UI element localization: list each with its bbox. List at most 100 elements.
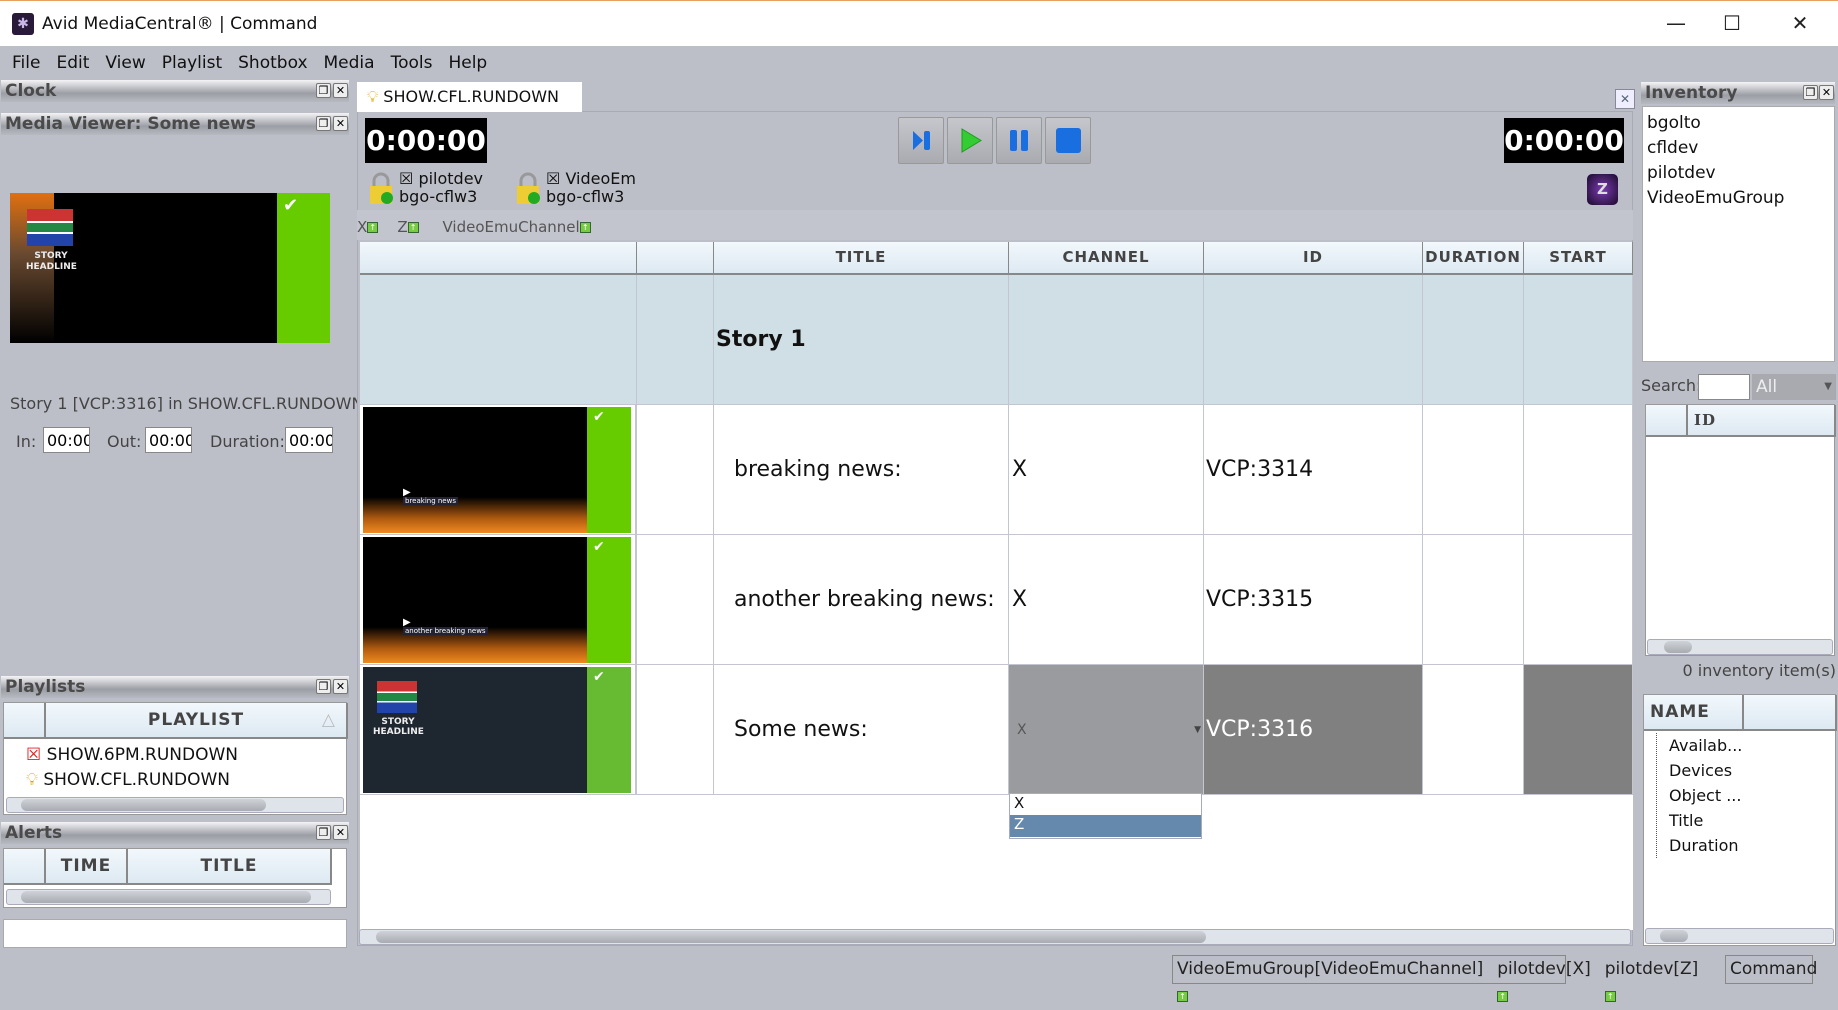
value-column-header[interactable] <box>1744 695 1837 731</box>
inventory-item[interactable]: VideoEmuGroup <box>1647 186 1830 211</box>
close-tab-button[interactable]: ✕ <box>1615 89 1635 109</box>
media-preview[interactable]: STORY HEADLINE <box>10 193 277 343</box>
story-row[interactable]: Story 1 <box>360 275 1633 405</box>
float-icon[interactable]: ❐ <box>1803 85 1818 100</box>
playlist-column-header[interactable]: PLAYLIST △ <box>46 703 348 739</box>
id-column-header[interactable]: ID <box>1688 405 1836 437</box>
inventory-title: Inventory <box>1645 83 1738 103</box>
inventory-hscrollbar[interactable] <box>1647 639 1833 655</box>
pause-button[interactable] <box>996 117 1042 164</box>
filter-select[interactable]: All ▼ <box>1752 374 1836 400</box>
media-info: Story 1 [VCP:3316] in SHOW.CFL.RUNDOWN <box>10 394 364 413</box>
playlists-title: Playlists <box>5 677 86 697</box>
device-videoemu[interactable]: ☒ VideoEm bgo-cflw3 <box>546 170 636 206</box>
duration-cell[interactable] <box>1423 405 1524 535</box>
tree-item[interactable]: Duration <box>1669 833 1742 858</box>
minimize-button[interactable]: — <box>1646 1 1706 47</box>
dropdown-option-x[interactable]: X <box>1010 794 1201 815</box>
start-cell[interactable] <box>1524 405 1633 535</box>
start-cell[interactable] <box>1524 535 1633 665</box>
channel-x[interactable]: X ↑ <box>357 218 379 236</box>
float-icon[interactable]: ❐ <box>316 679 331 694</box>
out-field[interactable] <box>145 427 192 453</box>
menu-shotbox[interactable]: Shotbox <box>230 53 315 73</box>
channel-z[interactable]: Z ↑ <box>397 218 419 236</box>
device-name: VideoEm <box>565 169 636 188</box>
thumb-cell <box>360 405 637 535</box>
menu-tools[interactable]: Tools <box>383 53 441 73</box>
duration-cell[interactable] <box>1423 665 1524 795</box>
in-field[interactable] <box>43 427 90 453</box>
close-panel-icon[interactable]: ✕ <box>1819 85 1834 100</box>
properties-hscrollbar[interactable] <box>1645 928 1834 944</box>
menu-media[interactable]: Media <box>316 53 383 73</box>
alerts-detail-box[interactable] <box>3 919 347 948</box>
alerts-hscrollbar[interactable] <box>6 889 331 905</box>
inventory-item[interactable]: bgolto <box>1647 111 1830 136</box>
id-cell[interactable]: VCP:3316 <box>1204 665 1423 795</box>
table-row[interactable]: another breaking news ▶ ✔ another breaking … <box>360 535 1633 665</box>
column-header[interactable] <box>637 242 714 275</box>
table-row[interactable]: breaking news ▶ ✔ breaking news: X VCP:3314 <box>360 405 1633 535</box>
playlist-item[interactable]: ☒ SHOW.6PM.RUNDOWN <box>26 743 238 768</box>
close-panel-icon[interactable]: ✕ <box>333 116 348 131</box>
close-panel-icon[interactable]: ✕ <box>333 679 348 694</box>
inventory-item[interactable]: cfldev <box>1647 136 1830 161</box>
tree-item[interactable]: Title <box>1669 808 1742 833</box>
title-cell[interactable]: breaking news: <box>714 405 1009 535</box>
play-button[interactable] <box>947 117 993 164</box>
stop-icon <box>1056 128 1081 153</box>
device-pilotdev[interactable]: ☒ pilotdev bgo-cflw3 <box>399 170 483 206</box>
float-icon[interactable]: ❐ <box>316 83 331 98</box>
tab-show-cfl-rundown[interactable]: 💡︎ SHOW.CFL.RUNDOWN <box>357 82 582 112</box>
menu-edit[interactable]: Edit <box>48 53 97 73</box>
tree-item[interactable]: Devices <box>1669 758 1742 783</box>
search-input[interactable] <box>1698 374 1750 400</box>
id-cell[interactable]: VCP:3315 <box>1204 535 1423 665</box>
playlist-col-blank <box>4 703 46 739</box>
column-header[interactable]: CHANNEL <box>1009 242 1204 275</box>
dropdown-option-z[interactable]: Z <box>1010 815 1201 837</box>
duration-cell[interactable] <box>1423 535 1524 665</box>
tree-item[interactable]: Object ... <box>1669 783 1742 808</box>
thumb-caption: STORY HEADLINE <box>26 251 77 273</box>
rundown-hscrollbar[interactable] <box>359 929 1631 945</box>
stop-button[interactable] <box>1045 117 1091 164</box>
duration-field[interactable] <box>285 427 333 453</box>
start-cell[interactable] <box>1524 665 1633 795</box>
inventory-item[interactable]: pilotdev <box>1647 161 1830 186</box>
status-item[interactable]: pilotdev[X] ↑ <box>1497 956 1591 1002</box>
title-cell[interactable]: Some news: <box>714 665 1009 795</box>
tree-item[interactable]: Availab... <box>1669 733 1742 758</box>
menu-view[interactable]: View <box>97 53 153 73</box>
next-button[interactable] <box>898 117 944 164</box>
status-item[interactable]: VideoEmuGroup[VideoEmuChannel] ↑ <box>1177 956 1483 1002</box>
close-panel-icon[interactable]: ✕ <box>333 825 348 840</box>
channel-cell[interactable]: X <box>1009 405 1204 535</box>
id-cell[interactable]: VCP:3314 <box>1204 405 1423 535</box>
playlist-item[interactable]: 💡︎ SHOW.CFL.RUNDOWN <box>26 768 238 793</box>
column-header[interactable]: START <box>1524 242 1633 275</box>
alerts-title-header[interactable]: TITLE <box>128 849 332 885</box>
column-header[interactable] <box>360 242 637 275</box>
title-cell[interactable]: another breaking news: <box>714 535 1009 665</box>
maximize-button[interactable]: ☐ <box>1702 1 1762 47</box>
float-icon[interactable]: ❐ <box>316 825 331 840</box>
alerts-time-header[interactable]: TIME <box>46 849 128 885</box>
menu-file[interactable]: File <box>4 53 48 73</box>
channel-videoemu[interactable]: VideoEmuChannel ↑ <box>442 218 591 236</box>
float-icon[interactable]: ❐ <box>316 116 331 131</box>
menu-playlist[interactable]: Playlist <box>154 53 230 73</box>
column-header[interactable]: DURATION <box>1423 242 1524 275</box>
channel-select[interactable]: X ▼ <box>1009 665 1204 795</box>
column-header[interactable]: TITLE <box>714 242 1009 275</box>
column-header[interactable]: ID <box>1204 242 1423 275</box>
close-button[interactable]: ✕ <box>1770 1 1830 47</box>
menu-help[interactable]: Help <box>440 53 495 73</box>
name-column-header[interactable]: NAME <box>1644 695 1744 731</box>
table-row[interactable]: STORY HEADLINE ✔ Some news: X ▼ VCP:3316 <box>360 665 1633 795</box>
status-item[interactable]: pilotdev[Z] ↑ <box>1604 956 1698 1002</box>
close-panel-icon[interactable]: ✕ <box>333 83 348 98</box>
channel-cell[interactable]: X <box>1009 535 1204 665</box>
playlists-hscrollbar[interactable] <box>6 797 344 813</box>
